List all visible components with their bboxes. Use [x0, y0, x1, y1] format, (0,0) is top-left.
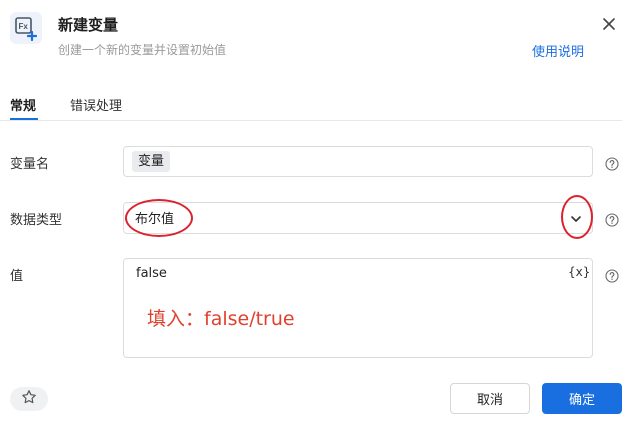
help-circle-icon[interactable] — [605, 156, 619, 171]
help-circle-icon[interactable] — [605, 212, 619, 227]
cancel-button[interactable]: 取消 — [450, 383, 530, 414]
variable-name-chip[interactable]: 变量 — [132, 151, 171, 172]
close-icon[interactable] — [599, 14, 619, 34]
variable-name-label: 变量名 — [10, 157, 50, 172]
tabs-divider — [0, 120, 622, 121]
dialog-subtitle: 创建一个新的变量并设置初始值 — [58, 43, 227, 57]
value-text: false — [136, 266, 167, 281]
annotation-circle-chevron — [561, 195, 593, 239]
confirm-button[interactable]: 确定 — [542, 383, 622, 414]
dialog-title: 新建变量 — [58, 16, 119, 34]
expression-toggle-icon[interactable]: {x} — [568, 265, 590, 279]
svg-text:Fx: Fx — [19, 22, 29, 31]
tab-error-handling[interactable]: 错误处理 — [70, 95, 122, 114]
favorite-button[interactable] — [10, 387, 48, 411]
help-link[interactable]: 使用说明 — [532, 41, 584, 60]
data-type-label: 数据类型 — [10, 213, 63, 228]
fx-variable-icon: Fx — [10, 12, 42, 44]
value-label: 值 — [10, 269, 24, 284]
annotation-circle-type — [125, 199, 193, 237]
variable-name-input[interactable] — [123, 146, 593, 177]
help-circle-icon[interactable] — [605, 268, 619, 283]
data-type-select[interactable] — [123, 202, 593, 234]
star-icon — [21, 389, 37, 409]
annotation-text: 填入：false/true — [147, 308, 295, 330]
tab-general[interactable]: 常规 — [10, 95, 36, 114]
